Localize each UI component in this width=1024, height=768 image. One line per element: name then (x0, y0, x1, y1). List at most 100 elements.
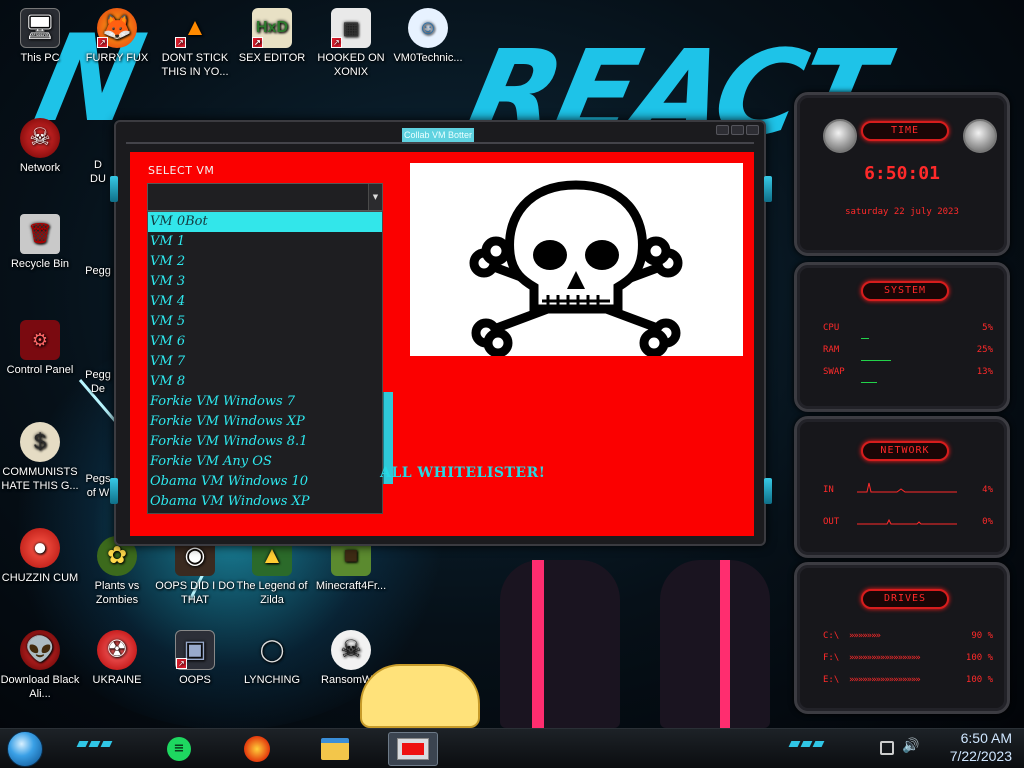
desktop-icon-vlc[interactable]: ▲ ↗ DONT STICK THIS IN YO... (155, 8, 235, 79)
drive-f-bar: »»»»»»»»»»»»»»»» (849, 653, 921, 663)
desktop-icon-xonix[interactable]: ▦ ↗ HOOKED ON XONIX (311, 8, 391, 79)
taskbar-clock-time[interactable]: 6:50 AM (961, 730, 1012, 746)
chevron-down-icon[interactable]: ▼ (368, 184, 382, 210)
spotify-icon: ≡ (167, 737, 191, 761)
skull-crossbones-icon (469, 180, 683, 358)
vm-option[interactable]: Forkie VM Windows XP (148, 412, 382, 432)
wallpaper-stripe-right (720, 560, 730, 728)
desktop-icon-vm0technic[interactable]: ☺ VM0Technic... (388, 8, 468, 65)
drives-widget-title: DRIVES (861, 589, 949, 609)
alien-head-icon (963, 119, 997, 153)
vm-option[interactable]: VM 5 (148, 312, 382, 332)
minimize-button[interactable] (716, 125, 729, 135)
desktop-icon-ukraine[interactable]: ☢ UKRAINE (77, 630, 157, 687)
desktop-icon-chuzzin[interactable]: ● CHUZZIN CUM (0, 528, 80, 585)
desktop-icon-oops[interactable]: ▣ ↗ OOPS (155, 630, 235, 687)
cpu-usage-bar (861, 338, 869, 339)
vm-option[interactable]: VM 0Bot (148, 212, 382, 232)
taskbar-app-spotify[interactable]: ≡ (154, 732, 204, 766)
firefox-icon: 🦊 ↗ (97, 8, 137, 48)
desktop-icon-this-pc[interactable]: 🖥 This PC (0, 8, 80, 65)
network-out-graph (857, 518, 957, 525)
desktop-icon-sex-editor[interactable]: HxD ↗ SEX EDITOR (232, 8, 312, 65)
noose-icon: ◯ (259, 637, 285, 662)
desktop-icon-legend-of-zilda[interactable]: ▲ The Legend of Zilda (232, 536, 312, 607)
close-button[interactable] (746, 125, 759, 135)
desktop-icon-lynching[interactable]: ◯ LYNCHING (232, 630, 312, 687)
shortcut-arrow-icon: ↗ (176, 658, 187, 669)
volume-icon[interactable]: 🔊 (902, 738, 919, 754)
vm-dropdown-list[interactable]: VM 0Bot VM 1 VM 2 VM 3 VM 4 VM 5 VM 6 VM… (147, 211, 383, 514)
frame-led-right-top (764, 176, 772, 202)
ransomware-skull-icon: ☠ (331, 630, 371, 670)
time-widget: TIME 6:50:01 saturday 22 july 2023 (794, 92, 1010, 256)
recycle-bin-icon: 🗑 (20, 214, 60, 254)
drive-c-bar: »»»»»»» (849, 631, 881, 641)
vm-option[interactable]: Forkie VM Windows 7 (148, 392, 382, 412)
vm-option[interactable]: VM 7 (148, 352, 382, 372)
maximize-button[interactable] (731, 125, 744, 135)
vm-option[interactable]: Obama VM Windows 10 (148, 472, 382, 492)
desktop-sticker-character (360, 664, 480, 728)
vm-option[interactable]: Obama VM Windows XP (148, 492, 382, 512)
vm-option[interactable]: VM 3 (148, 272, 382, 292)
active-app-icon (397, 738, 429, 760)
desktop-icon-furry-fux[interactable]: 🦊 ↗ FURRY FUX (77, 8, 157, 65)
vm-select-dropdown[interactable]: ▼ (147, 183, 383, 211)
drive-row-e: E:\ »»»»»»»»»»»»»»»» 100 % (823, 675, 993, 685)
start-button[interactable] (7, 731, 43, 767)
window-frame-top (126, 142, 754, 144)
computer-icon: 🖥 (20, 8, 60, 48)
ram-usage-bar (861, 360, 891, 361)
vm-option[interactable]: VM 1 (148, 232, 382, 252)
desktop-icon-oops-did-i[interactable]: ◉ OOPS DID I DO THAT (155, 536, 235, 607)
window-controls (716, 125, 760, 137)
alien-head-icon (823, 119, 857, 153)
drives-widget: DRIVES C:\ »»»»»»» 90 % F:\ »»»»»»»»»»»»… (794, 562, 1010, 714)
taskbar-app-active[interactable] (388, 732, 438, 766)
shortcut-arrow-icon: ↗ (252, 37, 263, 48)
oops-window-icon: ▣ ↗ (175, 630, 215, 670)
frame-led-left-bottom (110, 478, 118, 504)
alienware-icon: 👽 (20, 630, 60, 670)
vm-option[interactable]: VM 8 (148, 372, 382, 392)
xonix-game-icon: ▦ ↗ (331, 8, 371, 48)
vm-option[interactable]: VM 6 (148, 332, 382, 352)
desktop-icon-recycle-bin[interactable]: 🗑 Recycle Bin (0, 214, 80, 271)
taskbar-app-file-explorer[interactable] (310, 732, 360, 766)
collab-vm-botter-window: Collab VM Botter SELECT VM ▼ VM 0Bot VM … (110, 120, 772, 546)
network-tray-icon[interactable] (880, 741, 894, 755)
vm-option[interactable]: VM 2 (148, 252, 382, 272)
radiation-icon: ☢ (97, 630, 137, 670)
desktop-icon-plants-vs-zombies[interactable]: ✿ Plants vs Zombies (77, 536, 157, 607)
swap-usage-bar (861, 382, 877, 383)
taskbar: ≡ 🔊 6:50 AM 7/22/2023 (0, 728, 1024, 768)
vm-option[interactable]: Forkie VM Any OS (148, 452, 382, 472)
network-widget: NETWORK IN 4% OUT 0% (794, 416, 1010, 558)
time-widget-clock: 6:50:01 (864, 163, 940, 184)
money-bag-icon: $ (20, 422, 60, 462)
shortcut-arrow-icon: ↗ (331, 37, 342, 48)
system-row-cpu: CPU 5% (823, 323, 993, 333)
taskbar-clock-date[interactable]: 7/22/2023 (950, 748, 1012, 764)
network-widget-title: NETWORK (861, 441, 949, 461)
skull-image-panel (410, 163, 743, 358)
hxd-editor-icon: HxD ↗ (252, 8, 292, 48)
mascot-icon: ☺ (408, 8, 448, 48)
shortcut-arrow-icon: ↗ (175, 37, 186, 48)
taskbar-decoration-right (788, 741, 825, 747)
app-content-area: SELECT VM ▼ VM 0Bot VM 1 VM 2 VM 3 VM 4 … (130, 152, 754, 536)
window-title: Collab VM Botter (402, 128, 475, 142)
system-row-ram: RAM 25% (823, 345, 993, 355)
frame-led-right-bottom (764, 478, 772, 504)
select-vm-label: SELECT VM (148, 164, 215, 177)
time-widget-title: TIME (861, 121, 949, 141)
taskbar-app-firefox[interactable] (232, 732, 282, 766)
vm-option[interactable]: VM 4 (148, 292, 382, 312)
whitelister-label[interactable]: ALL WHITELISTER! (380, 465, 545, 481)
network-in-graph (857, 482, 957, 493)
control-panel-icon: ⚙ (20, 320, 60, 360)
desktop-icon-download-black-ali[interactable]: 👽 Download Black Ali... (0, 630, 80, 701)
vlc-cone-icon: ▲ ↗ (175, 8, 215, 48)
vm-option[interactable]: Forkie VM Windows 8.1 (148, 432, 382, 452)
